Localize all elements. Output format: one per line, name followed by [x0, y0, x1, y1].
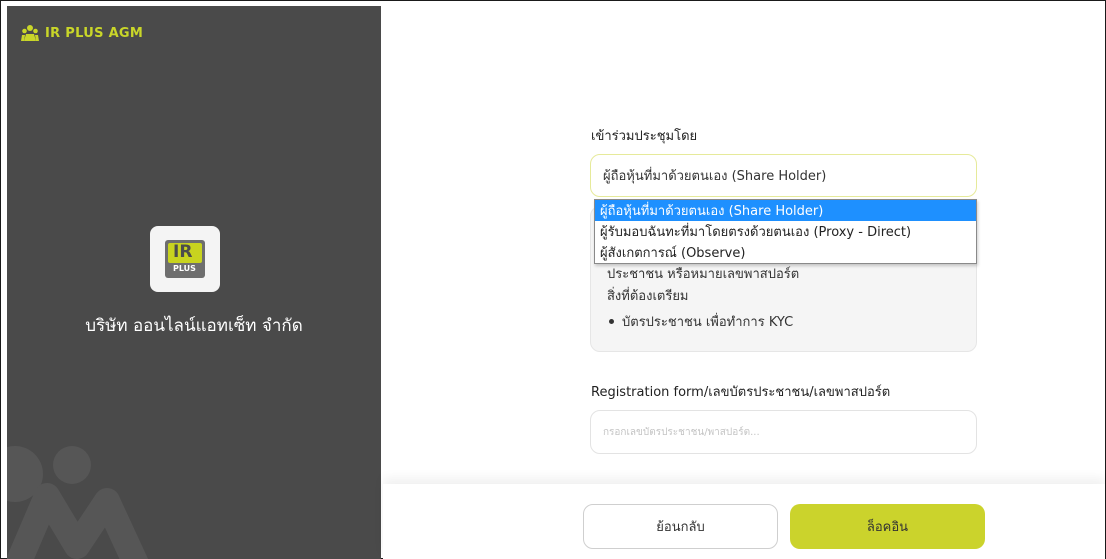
attend-dropdown-list: ผู้ถือหุ้นที่มาด้วยตนเอง (Share Holder) … — [594, 199, 977, 264]
dropdown-option-observe[interactable]: ผู้สังเกตการณ์ (Observe) — [595, 242, 976, 263]
company-logo: IR PLUS — [150, 226, 220, 292]
attend-label: เข้าร่วมประชุมโดย — [591, 129, 698, 144]
company-logo-subtext: PLUS — [173, 264, 196, 273]
registration-label: Registration form/เลขบัตรประชาชน/เลขพาสป… — [591, 385, 891, 400]
info-bullet: บัตรประชาชน เพื่อทำการ KYC — [607, 311, 793, 332]
info-heading: สิ่งที่ต้องเตรียม — [607, 289, 689, 304]
back-button[interactable]: ย้อนกลับ — [583, 504, 778, 549]
company-logo-text: IR — [173, 242, 193, 262]
attend-select[interactable]: ผู้ถือหุ้นที่มาด้วยตนเอง (Share Holder) — [590, 154, 977, 197]
bullet-icon — [609, 319, 614, 324]
app-logo: IR PLUS AGM — [21, 24, 143, 42]
login-button[interactable]: ล็อคอิน — [790, 504, 985, 549]
dropdown-option-share-holder[interactable]: ผู้ถือหุ้นที่มาด้วยตนเอง (Share Holder) — [595, 200, 976, 221]
footer-bar: ย้อนกลับ ล็อคอิน — [383, 484, 1105, 559]
decorative-wave-icon — [7, 483, 149, 559]
info-text: ประชาชน หรือหมายเลขพาสปอร์ต — [607, 267, 800, 282]
company-name: บริษัท ออนไลน์แอทเซ็ท จำกัด — [85, 316, 303, 336]
login-form: เข้าร่วมประชุมโดย ผู้ถือหุ้นที่มาด้วยตนเ… — [383, 0, 1105, 559]
app-name: IR PLUS AGM — [45, 25, 144, 41]
attend-select-value: ผู้ถือหุ้นที่มาด้วยตนเอง (Share Holder) — [603, 169, 827, 184]
info-bullet-text: บัตรประชาชน เพื่อทำการ KYC — [622, 315, 794, 330]
dropdown-option-proxy-direct[interactable]: ผู้รับมอบฉันทะที่มาโดยตรงด้วยตนเอง (Prox… — [595, 221, 976, 242]
brand-panel: IR PLUS AGM IR PLUS บริษัท ออนไลน์แอทเซ็… — [7, 6, 381, 559]
registration-input[interactable] — [590, 410, 977, 454]
group-people-icon — [21, 25, 39, 41]
